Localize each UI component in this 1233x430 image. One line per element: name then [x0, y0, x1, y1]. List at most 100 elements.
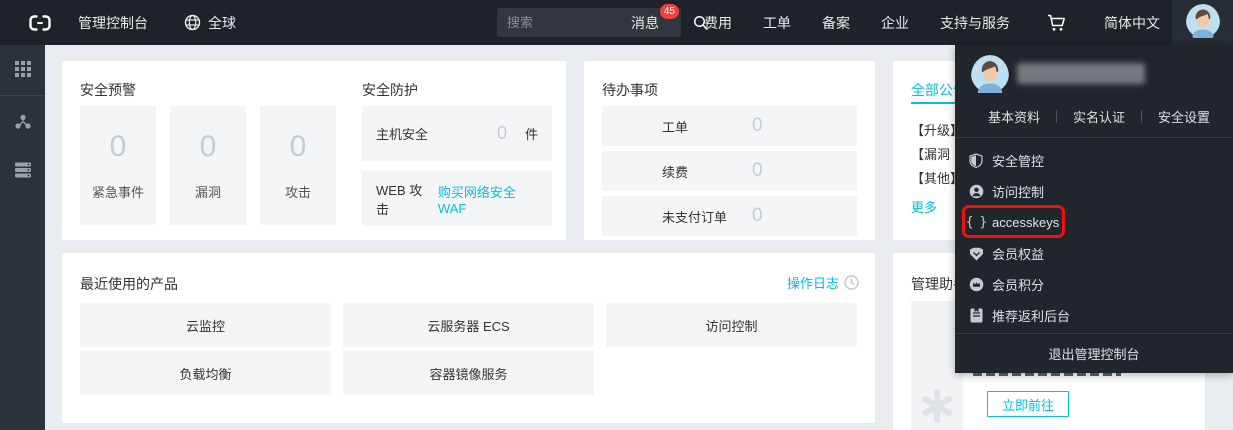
emergency-label: 紧急事件 — [92, 182, 144, 201]
attack-label: 攻击 — [285, 182, 311, 201]
topbar-nav: 消息 45 费用 工单 备案 企业 支持与服务 简体中文 — [631, 0, 1160, 45]
basic-profile-link[interactable]: 基本资料 — [988, 107, 1040, 126]
shield-icon — [968, 153, 984, 168]
menu-item-accesskeys[interactable]: { } accesskeys — [955, 207, 1233, 238]
sidebar-server-list-button[interactable] — [0, 146, 45, 194]
product-slb[interactable]: 负载均衡 — [80, 351, 331, 395]
todo-renewal-label: 续费 — [662, 162, 688, 181]
globe-icon — [184, 14, 201, 31]
recent-products-title: 最近使用的产品 — [80, 274, 178, 294]
menu-item-label: 安全管控 — [992, 151, 1044, 170]
console-home-page: 管理控制台 全球 消息 45 费用 — [0, 0, 1233, 430]
security-alert-tiles: 0 紧急事件 0 漏洞 0 攻击 — [80, 106, 336, 225]
region-label: 全球 — [208, 13, 236, 33]
buy-waf-link[interactable]: 购买网络安全 WAF — [438, 182, 538, 216]
todo-tickets-label: 工单 — [662, 117, 688, 136]
asterisk-icon — [920, 389, 954, 423]
logout-button[interactable]: 退出管理控制台 — [955, 334, 1233, 373]
todo-row-unpaid-orders[interactable]: 未支付订单 0 — [602, 196, 857, 236]
region-selector[interactable]: 全球 — [184, 13, 236, 33]
sidebar-divider — [0, 95, 45, 96]
todo-renewal-count: 0 — [752, 160, 763, 182]
todo-card: 待办事项 工单 0 续费 0 未支付订单 0 — [584, 61, 875, 240]
menu-item-label: 访问控制 — [992, 182, 1044, 201]
attack-count: 0 — [290, 130, 307, 164]
todo-row-renewal[interactable]: 续费 0 — [602, 151, 857, 191]
product-grid: 云监控 云服务器 ECS 访问控制 负载均衡 容器镜像服务 — [80, 303, 857, 395]
menu-item-access-control[interactable]: 访问控制 — [955, 176, 1233, 207]
nav-tickets[interactable]: 工单 — [763, 13, 791, 33]
vulnerability-count: 0 — [200, 130, 217, 164]
security-alert-title: 安全预警 — [80, 80, 136, 100]
operation-log-label: 操作日志 — [787, 273, 839, 292]
user-icon — [968, 184, 984, 199]
menu-item-label: 会员积分 — [992, 275, 1044, 294]
user-dropdown-menu: 基本资料 实名认证 安全设置 安全管控 — [955, 45, 1233, 373]
real-name-verification-link[interactable]: 实名认证 — [1073, 107, 1125, 126]
tab-divider — [1141, 110, 1142, 123]
member-benefit-icon — [968, 247, 984, 261]
tile-attack[interactable]: 0 攻击 — [260, 106, 336, 225]
console-title[interactable]: 管理控制台 — [78, 13, 148, 33]
nav-messages[interactable]: 消息 45 — [631, 13, 659, 33]
product-container-registry[interactable]: 容器镜像服务 — [343, 351, 594, 395]
host-security-label: 主机安全 — [376, 124, 428, 143]
menu-item-label: accesskeys — [992, 215, 1059, 230]
nav-support[interactable]: 支持与服务 — [940, 13, 1010, 33]
security-protect-title: 安全防护 — [362, 80, 418, 100]
nav-icp[interactable]: 备案 — [822, 13, 850, 33]
host-security-count: 0 — [497, 123, 507, 144]
tile-vulnerability[interactable]: 0 漏洞 — [170, 106, 246, 225]
alibaba-cloud-logo-icon[interactable] — [28, 13, 52, 33]
user-avatar-button[interactable] — [1172, 0, 1233, 45]
tab-divider — [1056, 110, 1057, 123]
member-points-icon — [968, 277, 984, 292]
todo-rows: 工单 0 续费 0 未支付订单 0 — [602, 106, 857, 236]
sidebar-resource-cluster-button[interactable] — [0, 98, 45, 146]
topbar: 管理控制台 全球 消息 45 费用 — [0, 0, 1233, 45]
account-links: 基本资料 实名认证 安全设置 — [988, 107, 1210, 126]
nav-billing[interactable]: 费用 — [704, 13, 732, 33]
todo-unpaid-label: 未支付订单 — [662, 207, 727, 226]
tile-emergency[interactable]: 0 紧急事件 — [80, 106, 156, 225]
menu-item-referral-rebate[interactable]: 推荐返利后台 — [955, 300, 1233, 331]
rebate-icon — [968, 308, 984, 323]
username-redacted — [1017, 63, 1145, 84]
dropdown-divider — [955, 137, 1233, 138]
product-cloud-monitor[interactable]: 云监控 — [80, 303, 331, 347]
menu-item-label: 推荐返利后台 — [992, 306, 1070, 325]
cart-icon — [1047, 14, 1067, 32]
product-ram[interactable]: 访问控制 — [606, 303, 857, 347]
apps-grid-icon — [14, 60, 32, 78]
nav-messages-label: 消息 — [631, 15, 659, 31]
accesskey-icon: { } — [968, 215, 984, 230]
menu-item-member-points[interactable]: 会员积分 — [955, 269, 1233, 300]
security-settings-link[interactable]: 安全设置 — [1158, 107, 1210, 126]
todo-unpaid-count: 0 — [752, 205, 763, 227]
avatar — [1186, 4, 1220, 41]
menu-item-security-control[interactable]: 安全管控 — [955, 145, 1233, 176]
nav-language[interactable]: 简体中文 — [1104, 13, 1160, 33]
go-now-button[interactable]: 立即前往 — [987, 391, 1069, 417]
host-security-row[interactable]: 主机安全 0 件 — [362, 106, 552, 161]
menu-item-member-benefits[interactable]: 会员权益 — [955, 238, 1233, 269]
messages-badge: 45 — [660, 4, 679, 19]
operation-log-link[interactable]: 操作日志 — [787, 273, 859, 292]
menu-item-label: 会员权益 — [992, 244, 1044, 263]
todo-tickets-count: 0 — [752, 115, 763, 137]
server-list-icon — [14, 162, 32, 178]
clock-icon — [844, 275, 859, 290]
sidebar-apps-grid-button[interactable] — [0, 45, 45, 93]
host-security-unit: 件 — [525, 124, 538, 143]
cart-button[interactable] — [1047, 14, 1067, 32]
security-card: 安全预警 0 紧急事件 0 漏洞 0 攻击 安全防护 主机安全 0 件 WEB … — [62, 61, 566, 240]
nav-enterprise[interactable]: 企业 — [881, 13, 909, 33]
product-ecs[interactable]: 云服务器 ECS — [343, 303, 594, 347]
todo-row-tickets[interactable]: 工单 0 — [602, 106, 857, 146]
announcement-more-link[interactable]: 更多 — [911, 197, 937, 216]
web-attack-label: WEB 攻击 — [376, 180, 430, 218]
emergency-count: 0 — [110, 130, 127, 164]
sidebar — [0, 45, 45, 430]
recent-products-card: 最近使用的产品 操作日志 云监控 云服务器 ECS 访问控制 负载均衡 容器镜像… — [62, 253, 875, 423]
resource-cluster-icon — [14, 113, 32, 131]
